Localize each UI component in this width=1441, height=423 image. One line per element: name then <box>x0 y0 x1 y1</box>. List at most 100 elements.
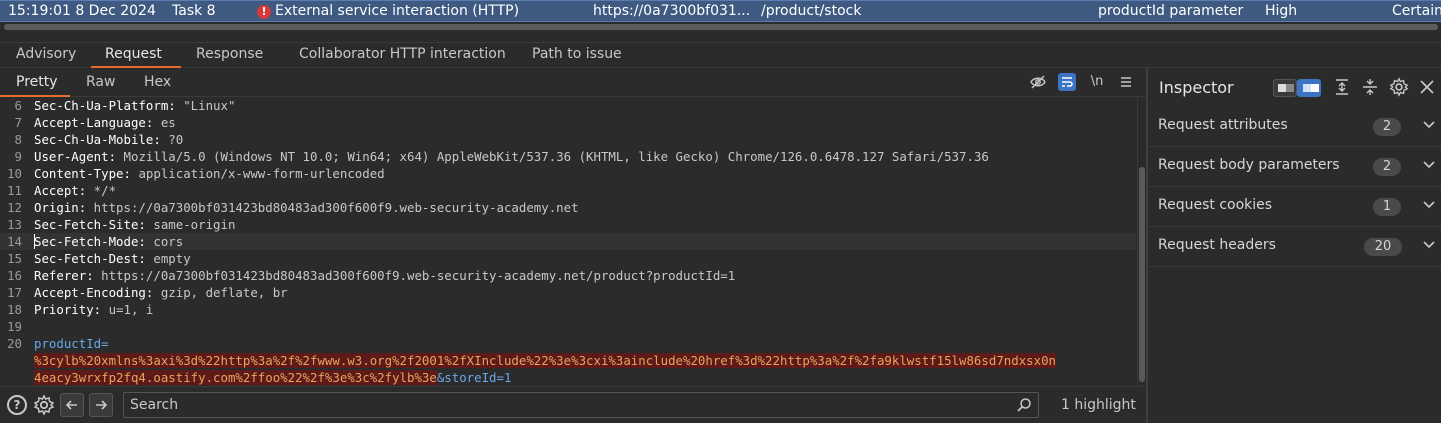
request-line: 7 Accept-Language: es <box>0 114 1136 131</box>
section-label: Request body parameters <box>1158 157 1340 173</box>
issue-time: 15:19:01 8 Dec 2024 <box>8 3 156 19</box>
search-field[interactable] <box>123 392 1039 418</box>
next-match-button[interactable] <box>89 393 113 417</box>
header-value: gzip, deflate, br <box>153 285 288 300</box>
line-number: 17 <box>7 285 22 300</box>
payload-highlight: %3cylb%20xmlns%3axi%3d%22http%3a%2f%2fww… <box>34 353 1056 368</box>
header-value: ?0 <box>160 132 184 147</box>
header-value: https://0a7300bf031423bd80483ad300f600f9… <box>86 200 579 215</box>
tab-advisory[interactable]: Advisory <box>16 46 76 62</box>
issue-confidence: Certain <box>1392 3 1441 19</box>
collapse-all-icon[interactable] <box>1360 77 1380 97</box>
section-count-badge: 2 <box>1373 158 1401 176</box>
line-number: 18 <box>7 302 22 317</box>
inspector-section-request-headers[interactable]: Request headers 20 <box>1148 227 1441 267</box>
request-editor: Pretty Raw Hex \n 6 Sec-Ch-Ua-Platform: "… <box>0 68 1146 386</box>
line-number: 10 <box>7 166 22 181</box>
header-name: Sec-Ch-Ua-Platform: <box>34 98 176 113</box>
line-number: 8 <box>14 132 22 147</box>
line-number: 9 <box>14 149 22 164</box>
request-line: 13 Sec-Fetch-Site: same-origin <box>0 216 1136 233</box>
header-name: Sec-Fetch-Mode: <box>34 234 146 249</box>
line-number: 14 <box>7 234 22 249</box>
inspector-section-request-attributes[interactable]: Request attributes 2 <box>1148 107 1441 147</box>
section-count-badge: 1 <box>1373 198 1401 216</box>
expand-all-icon[interactable] <box>1332 77 1352 97</box>
search-input[interactable] <box>130 395 1010 415</box>
line-number: 7 <box>14 115 22 130</box>
inspector-title: Inspector <box>1159 78 1234 97</box>
header-name: Sec-Fetch-Site: <box>34 217 146 232</box>
body-param-name: productId= <box>34 336 109 351</box>
header-value: cors <box>145 234 184 249</box>
header-value: u=1, i <box>101 302 154 317</box>
search-bar: ? 1 highlight <box>0 386 1146 423</box>
hide-nonprintable-icon[interactable] <box>1029 73 1047 91</box>
scrollbar-thumb[interactable] <box>1139 167 1145 382</box>
scrollbar-thumb[interactable] <box>4 24 1438 30</box>
payload-highlight: 4eacy3wrxfp2fq4.oastify.com%2ffoo%22%2f%… <box>34 370 437 385</box>
menu-icon[interactable] <box>1117 73 1135 91</box>
line-number: 12 <box>7 200 22 215</box>
newline-toggle-icon[interactable]: \n <box>1088 73 1106 91</box>
line-number: 11 <box>7 183 22 198</box>
header-name: Priority: <box>34 302 102 317</box>
line-number: 13 <box>7 217 22 232</box>
header-value: "Linux" <box>175 98 236 113</box>
tab-pretty[interactable]: Pretty <box>16 74 58 90</box>
inspector-panel: Inspector Request attributes 2 Request b… <box>1146 68 1441 423</box>
request-text-area[interactable]: 6 Sec-Ch-Ua-Platform: "Linux" 7 Accept-Lan… <box>0 97 1146 386</box>
tab-path-to-issue[interactable]: Path to issue <box>532 46 622 62</box>
tab-request[interactable]: Request <box>105 46 162 62</box>
settings-gear-icon[interactable] <box>33 394 55 416</box>
header-name: Sec-Ch-Ua-Mobile: <box>34 132 161 147</box>
header-value: Mozilla/5.0 (Windows NT 10.0; Win64; x64… <box>116 149 989 164</box>
highlight-count: 1 highlight <box>1061 397 1136 413</box>
close-icon[interactable] <box>1417 77 1437 97</box>
section-label: Request cookies <box>1158 197 1273 213</box>
issue-name: External service interaction (HTTP) <box>275 3 520 19</box>
previous-match-button[interactable] <box>60 393 84 417</box>
header-name: Referer: <box>34 268 94 283</box>
tab-collaborator-http-interaction[interactable]: Collaborator HTTP interaction <box>299 46 506 62</box>
header-value: empty <box>145 251 191 266</box>
header-name: User-Agent: <box>34 149 117 164</box>
section-label: Request headers <box>1158 237 1276 253</box>
help-icon[interactable]: ? <box>7 395 27 415</box>
horizontal-scrollbar[interactable] <box>0 22 1441 32</box>
line-number: 16 <box>7 268 22 283</box>
tab-raw[interactable]: Raw <box>86 74 115 90</box>
arrow-left-icon <box>65 400 77 410</box>
error-icon: ! <box>257 5 271 19</box>
inspector-section-request-body-parameters[interactable]: Request body parameters 2 <box>1148 147 1441 187</box>
request-line: 8 Sec-Ch-Ua-Mobile: ?0 <box>0 131 1136 148</box>
header-value: es <box>153 115 176 130</box>
header-value: application/x-www-form-urlencoded <box>130 166 385 181</box>
line-number: 6 <box>14 98 22 113</box>
tab-hex[interactable]: Hex <box>144 74 171 90</box>
layout-vertical-toggle[interactable] <box>1297 79 1321 97</box>
request-body-payload: %3cylb%20xmlns%3axi%3d%22http%3a%2f%2fww… <box>0 352 1136 369</box>
issue-detail-tabs: Advisory Request Response Collaborator H… <box>0 42 1441 68</box>
request-line: 16 Referer: https://0a7300bf031423bd80483… <box>0 267 1136 284</box>
inspector-settings-gear-icon[interactable] <box>1389 77 1409 97</box>
issue-task: Task 8 <box>172 3 216 19</box>
vertical-scrollbar[interactable] <box>1137 97 1146 386</box>
request-line: 19 <box>0 318 1136 335</box>
request-line: 10 Content-Type: application/x-www-form-u… <box>0 165 1136 182</box>
chevron-down-icon <box>1423 241 1435 249</box>
line-number: 15 <box>7 251 22 266</box>
issue-row-selected[interactable]: 15:19:01 8 Dec 2024 Task 8 ! External se… <box>0 0 1441 22</box>
chevron-down-icon <box>1423 121 1435 129</box>
word-wrap-icon[interactable] <box>1058 73 1076 91</box>
layout-horizontal-toggle[interactable] <box>1273 79 1297 97</box>
request-line: 9 User-Agent: Mozilla/5.0 (Windows NT 10.… <box>0 148 1136 165</box>
request-line: 11 Accept: */* <box>0 182 1136 199</box>
tab-response[interactable]: Response <box>196 46 263 62</box>
issue-host: https://0a7300bf031... <box>593 3 751 19</box>
header-value: */* <box>86 183 117 198</box>
inspector-section-request-cookies[interactable]: Request cookies 1 <box>1148 187 1441 227</box>
request-body-payload: 4eacy3wrxfp2fq4.oastify.com%2ffoo%22%2f%… <box>0 369 1136 386</box>
view-mode-tabs: Pretty Raw Hex \n <box>0 68 1146 97</box>
chevron-down-icon <box>1423 161 1435 169</box>
